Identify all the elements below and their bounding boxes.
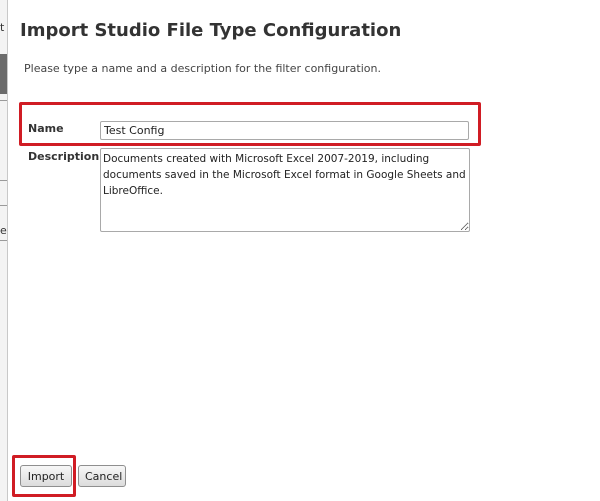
cancel-button[interactable]: Cancel: [78, 465, 126, 487]
background-divider: [0, 205, 7, 206]
background-toolbar: [0, 54, 7, 94]
background-divider: [0, 240, 7, 241]
background-app-window: t e: [0, 0, 7, 501]
dialog-title: Import Studio File Type Configuration: [20, 20, 402, 41]
name-label: Name: [28, 122, 64, 135]
import-button[interactable]: Import: [20, 465, 72, 487]
screen: t e Import Studio File Type Configuratio…: [0, 0, 600, 501]
name-input[interactable]: [100, 121, 469, 140]
background-text: e: [0, 224, 7, 237]
background-divider: [0, 180, 7, 181]
background-text: t: [0, 21, 5, 34]
background-divider: [0, 100, 7, 101]
description-textarea[interactable]: Documents created with Microsoft Excel 2…: [100, 148, 470, 232]
dialog-instructions: Please type a name and a description for…: [24, 62, 381, 75]
import-configuration-dialog: Import Studio File Type Configuration Pl…: [7, 0, 600, 501]
description-label: Description: [28, 150, 100, 163]
